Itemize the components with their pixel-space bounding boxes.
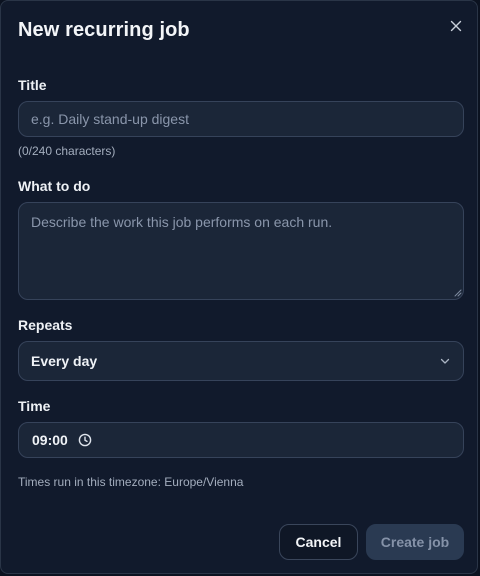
close-button[interactable] <box>446 16 466 36</box>
time-value: 09:00 <box>32 432 68 448</box>
timezone-note: Times run in this timezone: Europe/Vienn… <box>18 475 244 489</box>
chevron-down-icon <box>439 355 451 367</box>
create-job-button[interactable]: Create job <box>366 524 464 560</box>
recurring-job-dialog: New recurring job Title (0/240 character… <box>0 0 478 574</box>
time-label: Time <box>18 398 51 414</box>
repeats-select[interactable]: Every day <box>18 341 464 381</box>
title-label: Title <box>18 77 47 93</box>
resize-grip-icon[interactable] <box>452 287 462 297</box>
time-input[interactable]: 09:00 <box>18 422 464 458</box>
what-to-do-textarea[interactable] <box>18 202 464 300</box>
repeats-selected-value: Every day <box>31 353 98 369</box>
dialog-title: New recurring job <box>18 19 190 41</box>
title-char-count: (0/240 characters) <box>18 144 116 158</box>
clock-icon[interactable] <box>78 433 92 447</box>
title-input[interactable] <box>18 101 464 137</box>
cancel-button[interactable]: Cancel <box>279 524 358 560</box>
what-to-do-label: What to do <box>18 178 91 194</box>
repeats-label: Repeats <box>18 317 73 333</box>
close-icon <box>450 20 462 32</box>
